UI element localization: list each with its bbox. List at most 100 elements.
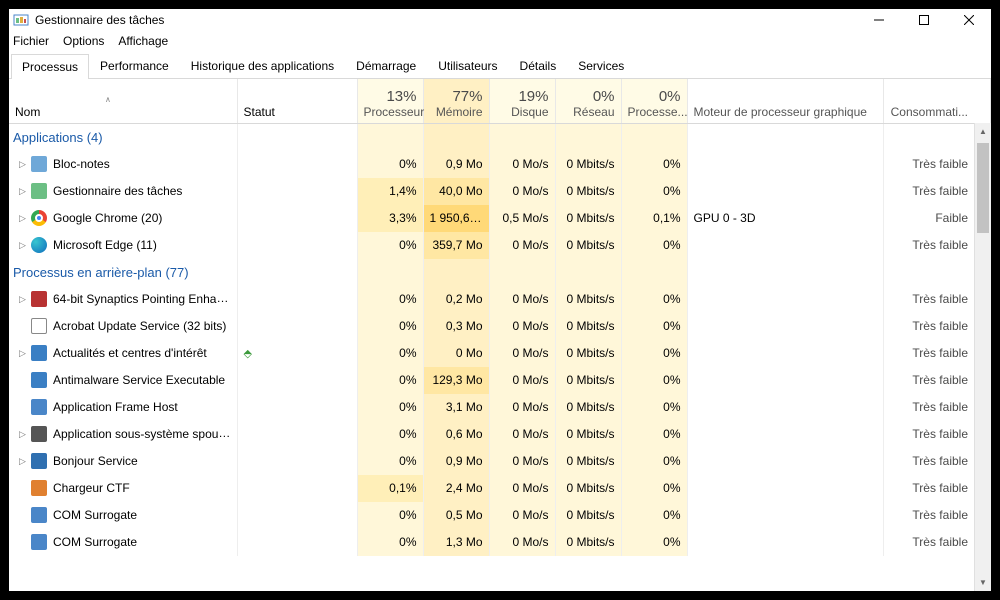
cpu-cell: 0%: [357, 151, 423, 178]
tab-historique-des-applications[interactable]: Historique des applications: [180, 53, 345, 78]
status-cell: [237, 151, 357, 178]
process-row[interactable]: COM Surrogate0%1,3 Mo0 Mo/s0 Mbits/s0%Tr…: [9, 529, 991, 556]
process-table-container: ∧Nom Statut 13%Processeur 77%Mémoire 19%…: [9, 79, 991, 591]
gpu-engine-cell: [687, 502, 883, 529]
tab-performance[interactable]: Performance: [89, 53, 180, 78]
process-name: Acrobat Update Service (32 bits): [53, 319, 226, 333]
expand-icon[interactable]: ▷: [19, 348, 29, 359]
memory-cell: 3,1 Mo: [423, 394, 489, 421]
memory-cell: 129,3 Mo: [423, 367, 489, 394]
col-gpu[interactable]: 0%Processe...: [621, 79, 687, 123]
gpu-cell: 0%: [621, 502, 687, 529]
cpu-cell: 0%: [357, 421, 423, 448]
memory-cell: 1 950,6 Mo: [423, 205, 489, 232]
gpu-engine-cell: [687, 313, 883, 340]
task-manager-window: Gestionnaire des tâches Fichier Options …: [9, 9, 991, 591]
minimize-button[interactable]: [856, 9, 901, 31]
expand-icon[interactable]: ▷: [19, 294, 29, 305]
col-consumption[interactable]: Consommati...: [883, 79, 991, 123]
tab-d-marrage[interactable]: Démarrage: [345, 53, 427, 78]
cpu-cell: 0%: [357, 502, 423, 529]
process-name: Bonjour Service: [53, 454, 138, 468]
tab-utilisateurs[interactable]: Utilisateurs: [427, 53, 508, 78]
gpu-engine-cell: [687, 367, 883, 394]
col-status[interactable]: Statut: [237, 79, 357, 123]
process-row[interactable]: ▷64-bit Synaptics Pointing Enhan...0%0,2…: [9, 286, 991, 313]
memory-cell: 0 Mo: [423, 340, 489, 367]
process-row[interactable]: ▷Application sous-système spoul...0%0,6 …: [9, 421, 991, 448]
gpu-engine-cell: [687, 340, 883, 367]
process-row[interactable]: Chargeur CTF0,1%2,4 Mo0 Mo/s0 Mbits/s0%T…: [9, 475, 991, 502]
gpu-engine-cell: [687, 448, 883, 475]
expand-icon[interactable]: ▷: [19, 429, 29, 440]
disk-cell: 0 Mo/s: [489, 529, 555, 556]
process-name: Chargeur CTF: [53, 481, 130, 495]
tab-d-tails[interactable]: Détails: [509, 53, 568, 78]
process-table: ∧Nom Statut 13%Processeur 77%Mémoire 19%…: [9, 79, 991, 556]
network-cell: 0 Mbits/s: [555, 340, 621, 367]
vertical-scrollbar[interactable]: ▲ ▼: [974, 123, 991, 591]
gpu-engine-cell: [687, 178, 883, 205]
process-row[interactable]: Acrobat Update Service (32 bits)0%0,3 Mo…: [9, 313, 991, 340]
col-memory[interactable]: 77%Mémoire: [423, 79, 489, 123]
cpu-cell: 3,3%: [357, 205, 423, 232]
process-row[interactable]: Antimalware Service Executable0%129,3 Mo…: [9, 367, 991, 394]
process-row[interactable]: ▷Google Chrome (20)3,3%1 950,6 Mo0,5 Mo/…: [9, 205, 991, 232]
memory-cell: 40,0 Mo: [423, 178, 489, 205]
menu-view[interactable]: Affichage: [118, 34, 168, 48]
expand-icon[interactable]: ▷: [19, 240, 29, 251]
process-row[interactable]: ▷Gestionnaire des tâches1,4%40,0 Mo0 Mo/…: [9, 178, 991, 205]
menubar: Fichier Options Affichage: [9, 31, 991, 51]
tab-services[interactable]: Services: [567, 53, 635, 78]
process-row[interactable]: ▷Actualités et centres d'intérêt ⬘0%0 Mo…: [9, 340, 991, 367]
col-disk[interactable]: 19%Disque: [489, 79, 555, 123]
scroll-up-icon[interactable]: ▲: [975, 123, 991, 140]
memory-cell: 0,3 Mo: [423, 313, 489, 340]
menu-options[interactable]: Options: [63, 34, 104, 48]
process-name: Gestionnaire des tâches: [53, 184, 182, 198]
process-name: Google Chrome (20): [53, 211, 162, 225]
gpu-cell: 0%: [621, 394, 687, 421]
process-row[interactable]: COM Surrogate0%0,5 Mo0 Mo/s0 Mbits/s0%Tr…: [9, 502, 991, 529]
process-row[interactable]: ▷Microsoft Edge (11)0%359,7 Mo0 Mo/s0 Mb…: [9, 232, 991, 259]
titlebar[interactable]: Gestionnaire des tâches: [9, 9, 991, 31]
expand-icon[interactable]: ▷: [19, 213, 29, 224]
disk-cell: 0 Mo/s: [489, 178, 555, 205]
status-cell: [237, 529, 357, 556]
process-row[interactable]: Application Frame Host0%3,1 Mo0 Mo/s0 Mb…: [9, 394, 991, 421]
gpu-cell: 0%: [621, 475, 687, 502]
group-bg[interactable]: Processus en arrière-plan (77): [9, 259, 991, 286]
col-gpu-engine[interactable]: Moteur de processeur graphique: [687, 79, 883, 123]
cpu-cell: 0%: [357, 232, 423, 259]
gpu-cell: 0%: [621, 367, 687, 394]
network-cell: 0 Mbits/s: [555, 421, 621, 448]
window-title: Gestionnaire des tâches: [35, 13, 856, 27]
expand-icon[interactable]: ▷: [19, 186, 29, 197]
status-cell: [237, 421, 357, 448]
memory-cell: 359,7 Mo: [423, 232, 489, 259]
process-name: COM Surrogate: [53, 508, 137, 522]
cpu-cell: 0%: [357, 529, 423, 556]
scroll-down-icon[interactable]: ▼: [975, 574, 991, 591]
col-network[interactable]: 0%Réseau: [555, 79, 621, 123]
network-cell: 0 Mbits/s: [555, 502, 621, 529]
memory-cell: 0,5 Mo: [423, 502, 489, 529]
tab-processus[interactable]: Processus: [11, 54, 89, 79]
network-cell: 0 Mbits/s: [555, 205, 621, 232]
maximize-button[interactable]: [901, 9, 946, 31]
col-cpu[interactable]: 13%Processeur: [357, 79, 423, 123]
process-row[interactable]: ▷Bloc-notes0%0,9 Mo0 Mo/s0 Mbits/s0%Très…: [9, 151, 991, 178]
close-button[interactable]: [946, 9, 991, 31]
expand-icon[interactable]: ▷: [19, 456, 29, 467]
scroll-thumb[interactable]: [977, 143, 989, 233]
status-cell: [237, 286, 357, 313]
cpu-cell: 0,1%: [357, 475, 423, 502]
menu-file[interactable]: Fichier: [13, 34, 49, 48]
process-name: Application Frame Host: [53, 400, 178, 414]
gpu-cell: 0%: [621, 448, 687, 475]
group-apps[interactable]: Applications (4): [9, 123, 991, 151]
process-row[interactable]: ▷Bonjour Service0%0,9 Mo0 Mo/s0 Mbits/s0…: [9, 448, 991, 475]
col-name[interactable]: ∧Nom: [9, 79, 237, 123]
network-cell: 0 Mbits/s: [555, 151, 621, 178]
expand-icon[interactable]: ▷: [19, 159, 29, 170]
